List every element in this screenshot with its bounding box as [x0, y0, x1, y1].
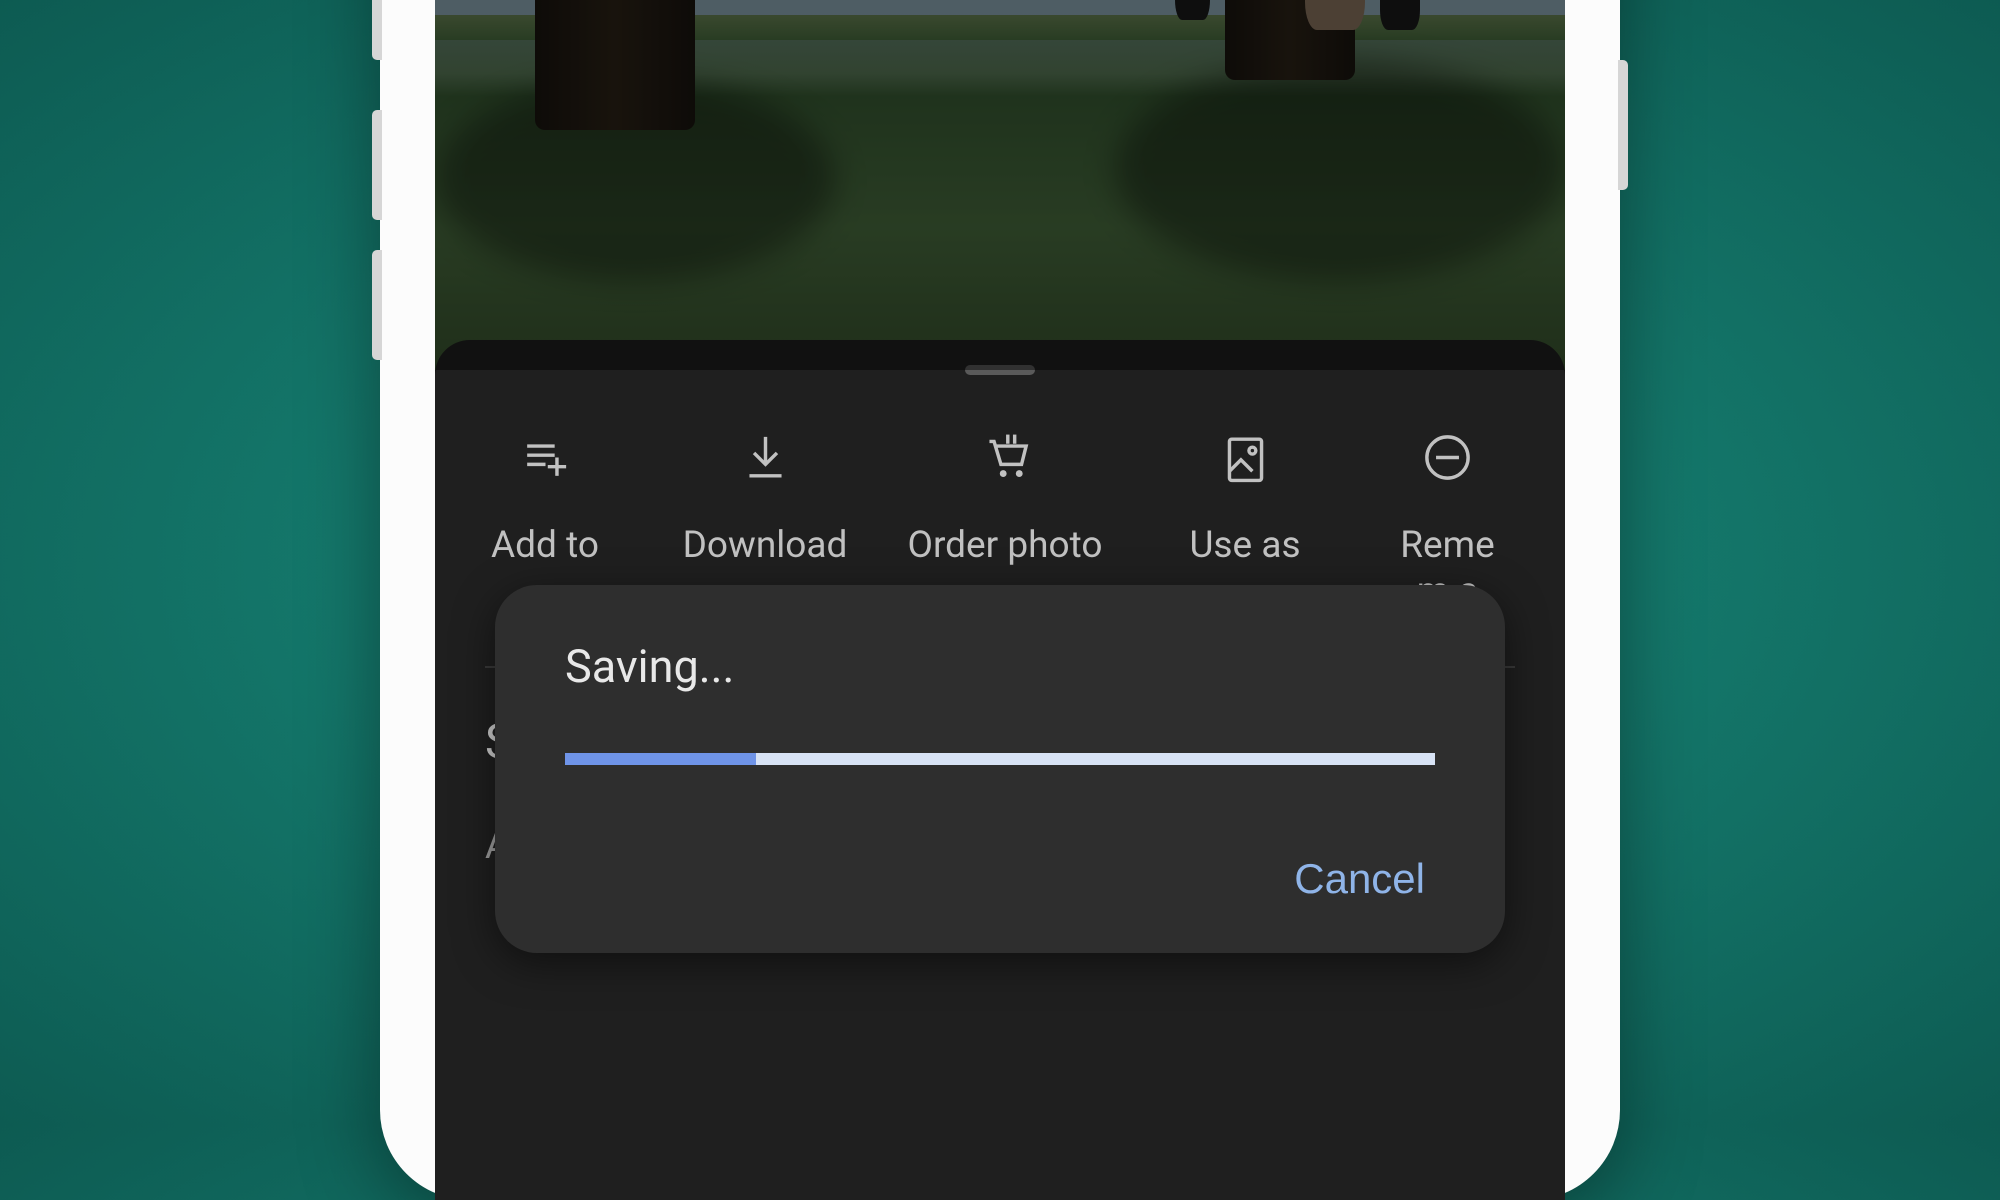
- action-label: Add to: [491, 523, 599, 569]
- wallpaper-icon: [1218, 430, 1273, 485]
- volume-down-button: [372, 250, 382, 360]
- action-label: Use as: [1189, 523, 1300, 569]
- action-label: Order photo: [908, 523, 1103, 569]
- actions-row: Add to Download: [435, 375, 1565, 616]
- volume-up-button: [372, 110, 382, 220]
- phone-screen: Add to Download: [435, 0, 1565, 1200]
- saving-dialog: Saving... Cancel: [495, 585, 1505, 953]
- action-label: Download: [683, 523, 848, 569]
- photo-scrim: [435, 0, 1565, 370]
- playlist-add-icon: [518, 430, 573, 485]
- progress-bar: [565, 753, 1435, 765]
- remove-circle-icon: [1420, 430, 1475, 485]
- download-icon: [738, 430, 793, 485]
- dialog-title: Saving...: [565, 640, 1435, 693]
- progress-bar-fill: [565, 753, 756, 765]
- cancel-button[interactable]: Cancel: [1284, 855, 1435, 903]
- phone-frame: Add to Download: [380, 0, 1620, 1200]
- shopping-cart-icon: [978, 430, 1033, 485]
- photo-preview: [435, 0, 1565, 370]
